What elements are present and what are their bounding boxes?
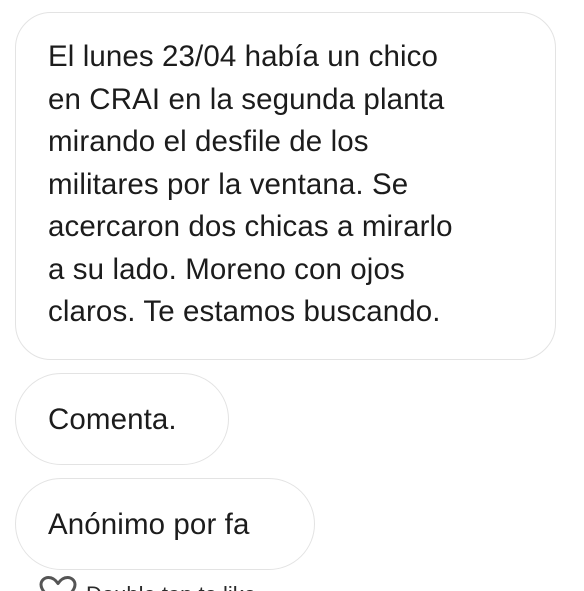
- message-bubble-comenta[interactable]: Comenta.: [15, 373, 229, 465]
- double-tap-hint: Double tap to like: [38, 576, 256, 591]
- message-bubble-main[interactable]: El lunes 23/04 había un chico en CRAI en…: [15, 12, 556, 360]
- double-tap-hint-text: Double tap to like: [86, 582, 256, 591]
- heart-outline-icon[interactable]: [38, 576, 78, 591]
- message-bubble-anonimo[interactable]: Anónimo por fa: [15, 478, 315, 570]
